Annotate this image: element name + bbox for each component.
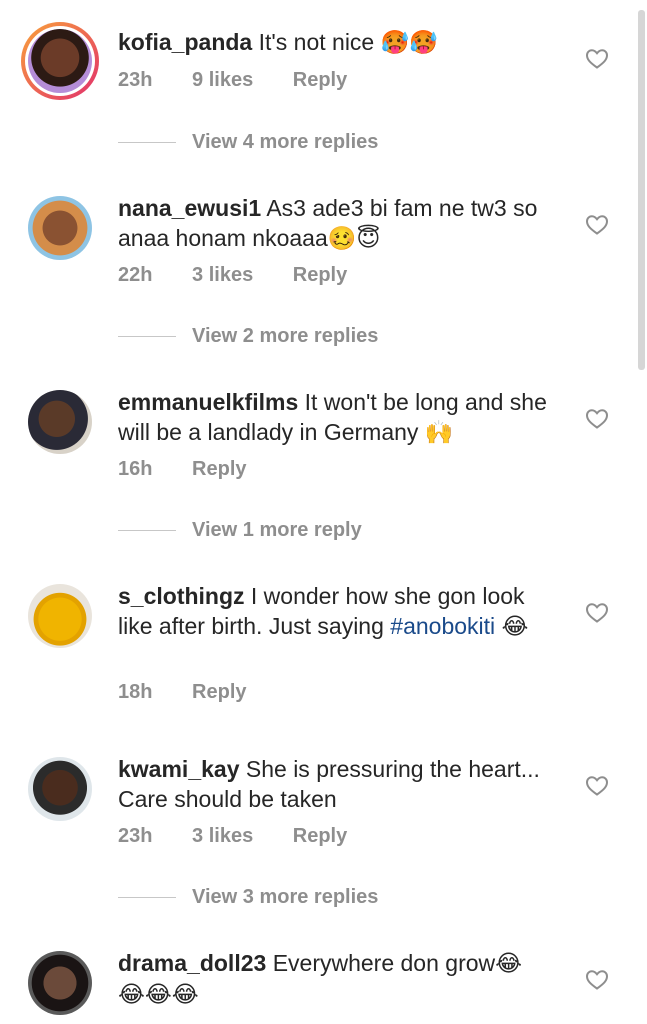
comment-emoji: 🥵🥵 [380,30,438,56]
divider [118,897,176,899]
comment-likes[interactable]: 9 likes [192,69,253,91]
view-replies[interactable]: View 3 more replies [118,886,378,909]
comment-likes[interactable]: 3 likes [192,264,253,286]
reply-button[interactable]: Reply [192,458,246,480]
comment-body: s_clothingz I wonder how she gon look li… [118,581,558,642]
comment-meta: 18h Reply [118,681,281,704]
comment-username[interactable]: nana_ewusi1 [118,195,261,221]
heart-outline-icon[interactable] [585,213,609,237]
comment-emoji: 😂 [501,614,529,640]
comment-time: 22h [118,264,153,286]
comment-body: drama_doll23 Everywhere don grow😂 😂😂😂 [118,948,558,1010]
comment-time: 23h [118,825,153,847]
view-replies-label[interactable]: View 2 more replies [192,325,378,347]
heart-outline-icon[interactable] [585,407,609,431]
avatar-with-story-ring[interactable] [21,22,99,100]
comment-username[interactable]: kofia_panda [118,29,252,55]
reply-button[interactable]: Reply [293,264,347,286]
divider [118,142,176,144]
comment-likes[interactable]: 3 likes [192,825,253,847]
heart-outline-icon[interactable] [585,47,609,71]
avatar[interactable] [28,757,92,821]
avatar[interactable] [28,584,92,648]
comment-hashtag[interactable]: #anobokiti [390,613,495,639]
scrollbar[interactable] [638,10,645,370]
comment-meta: 23h 3 likes Reply [118,825,381,848]
avatar[interactable] [28,951,92,1015]
comment-body: emmanuelkfilms It won't be long and she … [118,387,558,448]
view-replies[interactable]: View 2 more replies [118,325,378,348]
comment-username[interactable]: kwami_kay [118,756,239,782]
heart-outline-icon[interactable] [585,968,609,992]
comment-body: kwami_kay She is pressuring the heart...… [118,754,558,814]
comment-time: 18h [118,681,153,703]
reply-button[interactable]: Reply [293,69,347,91]
comment-body: kofia_panda It's not nice 🥵🥵 [118,27,558,58]
comment-username[interactable]: emmanuelkfilms [118,389,298,415]
comment-emoji: 😂😂😂 [118,982,199,1008]
view-replies-label[interactable]: View 1 more reply [192,519,362,541]
view-replies[interactable]: View 4 more replies [118,131,378,154]
comment-emoji: 🙌 [424,420,454,446]
heart-outline-icon[interactable] [585,774,609,798]
comment-body: nana_ewusi1 As3 ade3 bi fam ne tw3 so an… [118,193,558,254]
divider [118,530,176,532]
reply-button[interactable]: Reply [192,681,246,703]
comment-username[interactable]: drama_doll23 [118,950,266,976]
comment-meta: 23h 9 likes Reply [118,69,381,92]
avatar-image [28,29,92,93]
comment-emoji: 🥴😇 [327,226,381,252]
comment-username[interactable]: s_clothingz [118,583,245,609]
divider [118,336,176,338]
comment-meta: 22h 3 likes Reply [118,264,381,287]
view-replies-label[interactable]: View 4 more replies [192,131,378,153]
view-replies-label[interactable]: View 3 more replies [192,886,378,908]
reply-button[interactable]: Reply [293,825,347,847]
comment-emoji: 😂 [495,951,523,977]
heart-outline-icon[interactable] [585,601,609,625]
avatar[interactable] [28,196,92,260]
view-replies[interactable]: View 1 more reply [118,519,362,542]
comment-time: 16h [118,458,153,480]
comment-text: It's not nice [258,29,375,55]
comment-text: Everywhere don grow [272,950,496,976]
comment-meta: 16h Reply [118,458,281,481]
comment-time: 23h [118,69,153,91]
avatar[interactable] [28,390,92,454]
